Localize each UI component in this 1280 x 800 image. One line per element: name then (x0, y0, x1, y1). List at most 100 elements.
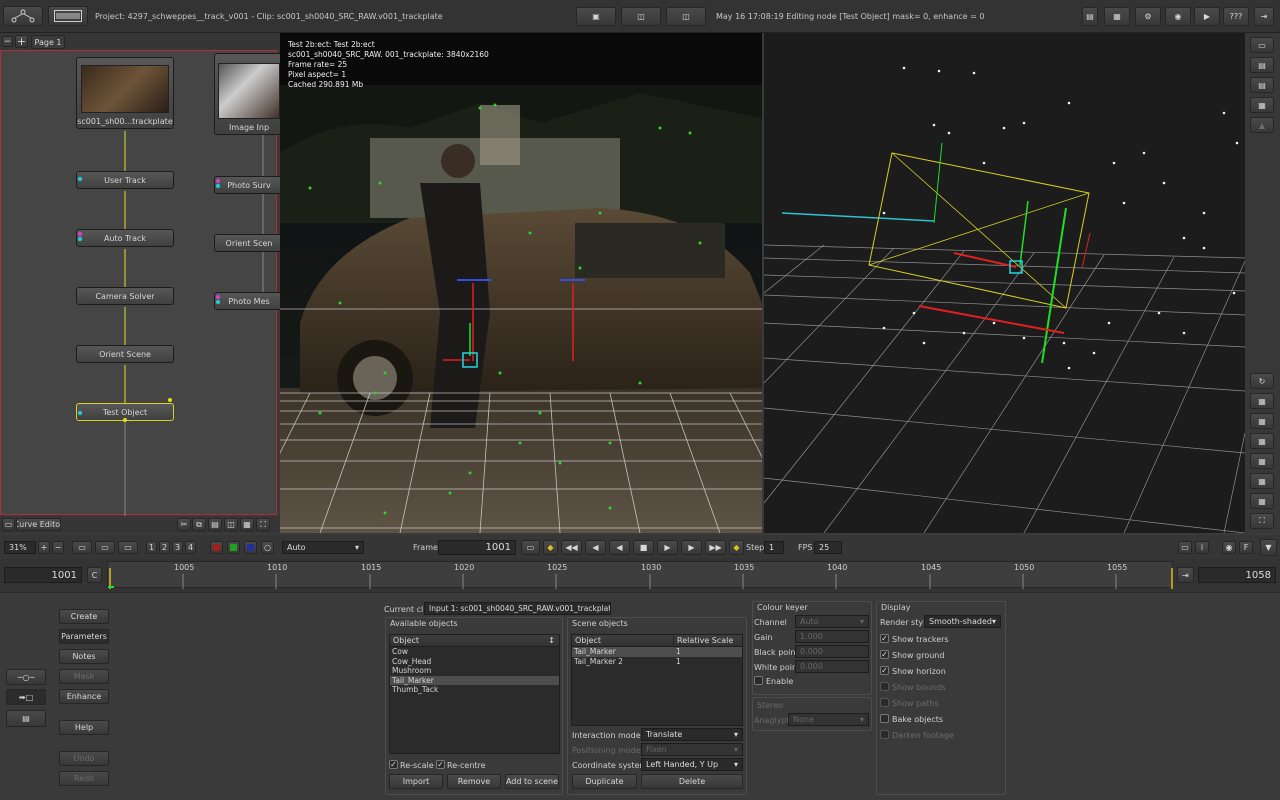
copy-button[interactable]: ⧉ (192, 518, 206, 531)
curve-editor-icon-button[interactable]: ▭ (2, 518, 15, 531)
3d-viewer[interactable] (764, 33, 1245, 533)
settings-button[interactable]: ⚙ (1135, 7, 1161, 26)
frame-button[interactable]: ▭ (95, 541, 115, 554)
coord-system-select[interactable]: Left Handed, Y Up ▾ (641, 758, 743, 771)
create-button[interactable]: Create (59, 609, 109, 624)
snap-button[interactable]: ◉ (1222, 541, 1236, 554)
view-side-button[interactable]: ▦ (1250, 433, 1274, 449)
last-frame-button[interactable]: ▶▶ (705, 540, 726, 555)
exit-button[interactable]: ⇥ (1254, 7, 1274, 26)
view-front-button[interactable]: ▦ (1250, 413, 1274, 429)
arrange-button[interactable]: ▦ (240, 518, 254, 531)
jump-keyframe-button[interactable]: ▭ (521, 540, 540, 555)
undo-button[interactable]: Undo (59, 751, 109, 766)
fullscreen-button[interactable]: ⛶ (1250, 513, 1274, 529)
page-1-button[interactable]: 1 (146, 541, 157, 554)
render-style-select[interactable]: Smooth-shaded ▾ (924, 615, 1001, 628)
channel-green-button[interactable] (227, 541, 240, 554)
step-field[interactable]: 1 (764, 541, 784, 554)
monitor-button[interactable]: ▭ (118, 541, 138, 554)
list-item[interactable]: Cow (390, 647, 559, 657)
show-bounds-checkbox[interactable] (880, 682, 889, 691)
re-centre-checkbox[interactable]: ✓ (436, 760, 445, 769)
page-3-button[interactable]: 3 (172, 541, 183, 554)
list-item[interactable]: Tail_Marker (390, 675, 559, 685)
page-tab[interactable]: Page 1 (31, 35, 65, 49)
layout-stack-button[interactable]: ▤ (1250, 77, 1274, 93)
enable-checkbox[interactable] (754, 676, 763, 685)
zoom-out-button[interactable]: − (52, 541, 64, 554)
list-item[interactable]: Cow_Head (390, 657, 559, 667)
mode-select[interactable]: Auto ▾ (282, 541, 364, 554)
redo-button[interactable]: Redo (59, 771, 109, 786)
show-trackers-checkbox[interactable]: ✓ (880, 634, 889, 643)
timeline-start-field[interactable]: 1001 (4, 567, 82, 583)
node-editor[interactable]: sc001_sh00...trackplate Image Inp User T… (0, 50, 284, 516)
help-button[interactable]: ??? (1223, 7, 1249, 26)
node-graph-button[interactable] (3, 6, 43, 26)
positioning-mode-select[interactable]: Fixen ▾ (641, 743, 743, 756)
layout-single-button[interactable]: ▭ (1250, 37, 1274, 53)
play-view-button[interactable]: ▶ (1194, 7, 1220, 26)
current-clip-select[interactable]: Input 1: sc001_sh0040_SRC_RAW.v001_track… (424, 602, 611, 615)
paste-button[interactable]: ▤ (208, 518, 222, 531)
enhance-button[interactable]: Enhance (59, 689, 109, 704)
fit-view-button[interactable]: ⛶ (256, 518, 270, 531)
show-paths-checkbox[interactable] (880, 698, 889, 707)
bake-objects-checkbox[interactable] (880, 714, 889, 723)
frame-field[interactable]: 1001 (438, 540, 516, 555)
play-button[interactable]: ▶ (657, 540, 678, 555)
view-perspective-button[interactable]: ▦ (1250, 453, 1274, 469)
snapshot-button[interactable]: ◉ (1165, 7, 1191, 26)
layout-split-button[interactable]: ▤ (1250, 57, 1274, 73)
list-item[interactable]: Mushroom (390, 666, 559, 676)
black-point-field[interactable]: 0.000 (795, 645, 869, 658)
table-row[interactable]: Tail_Marker 21 (572, 657, 742, 667)
view-camera-button[interactable]: ▦ (1250, 473, 1274, 489)
image-viewer[interactable]: Test 2b:ect: Test 2b:ect sc001_sh0040_SR… (280, 33, 762, 533)
table-button[interactable]: ▦ (1104, 7, 1130, 26)
camera-button[interactable]: ▣ (576, 7, 616, 26)
prev-frame-button[interactable]: ◀ (585, 540, 606, 555)
doc-button[interactable]: ▤ (1082, 7, 1098, 26)
info-button[interactable]: i (1195, 541, 1209, 554)
first-frame-button[interactable]: ◀◀ (561, 540, 582, 555)
orbit-button[interactable]: ↻ (1250, 373, 1274, 389)
duplicate-button[interactable]: Duplicate (572, 774, 637, 789)
relative-scale-col[interactable]: Relative Scale (674, 636, 733, 645)
layout-tool-3[interactable]: ▤ (6, 710, 46, 727)
table-row[interactable]: Tail_Marker 1 (572, 647, 742, 657)
layout-quad-button[interactable]: ▦ (1250, 97, 1274, 113)
channel-select[interactable]: Auto ▾ (795, 615, 869, 628)
timeline-range-button[interactable]: ⇥ (1177, 567, 1194, 583)
anaglyph-select[interactable]: None ▾ (788, 713, 869, 726)
prev-key-button[interactable]: ◆ (543, 540, 558, 555)
timeline-c-button[interactable]: C (87, 567, 102, 583)
gain-field[interactable]: 1.000 (795, 630, 869, 643)
channel-alpha-button[interactable]: ○ (261, 541, 274, 554)
next-key-button[interactable]: ◆ (729, 540, 744, 555)
channel-red-button[interactable] (210, 541, 223, 554)
layout-tool-1[interactable]: ─○─ (6, 669, 46, 685)
import-button[interactable]: Import (389, 774, 443, 789)
show-ground-checkbox[interactable]: ✓ (880, 650, 889, 659)
available-objects-list[interactable]: Object ↕ Cow Cow_Head Mushroom Tail_Marke… (389, 634, 560, 754)
list-item[interactable]: Thumb_Tack (390, 685, 559, 695)
scene-objects-list[interactable]: Object Relative Scale Tail_Marker 1 Tail_… (571, 634, 743, 726)
available-objects-header[interactable]: Object ↕ (390, 635, 559, 647)
remove-button[interactable]: Remove (447, 774, 501, 789)
collapse-button[interactable]: − (2, 36, 13, 47)
zoom-field[interactable]: 31% (4, 541, 36, 554)
collapse-panel-button[interactable]: ▼ (1260, 539, 1277, 556)
film-button[interactable]: ◫ (621, 7, 661, 26)
cut-button[interactable]: ✂ (177, 518, 191, 531)
add-page-button[interactable]: + (15, 35, 28, 48)
timeline-track[interactable]: 1005 1010 1015 1020 1025 1030 1035 1040 … (107, 561, 1173, 589)
page-2-button[interactable]: 2 (159, 541, 170, 554)
mask-button[interactable]: Mask (59, 669, 109, 684)
view-top-button[interactable]: ▦ (1250, 393, 1274, 409)
curve-editor-button[interactable]: Curve Editor (16, 518, 61, 531)
white-point-field[interactable]: 0.000 (795, 660, 869, 673)
show-horizon-checkbox[interactable]: ✓ (880, 666, 889, 675)
parameters-button[interactable]: Parameters (59, 629, 109, 644)
